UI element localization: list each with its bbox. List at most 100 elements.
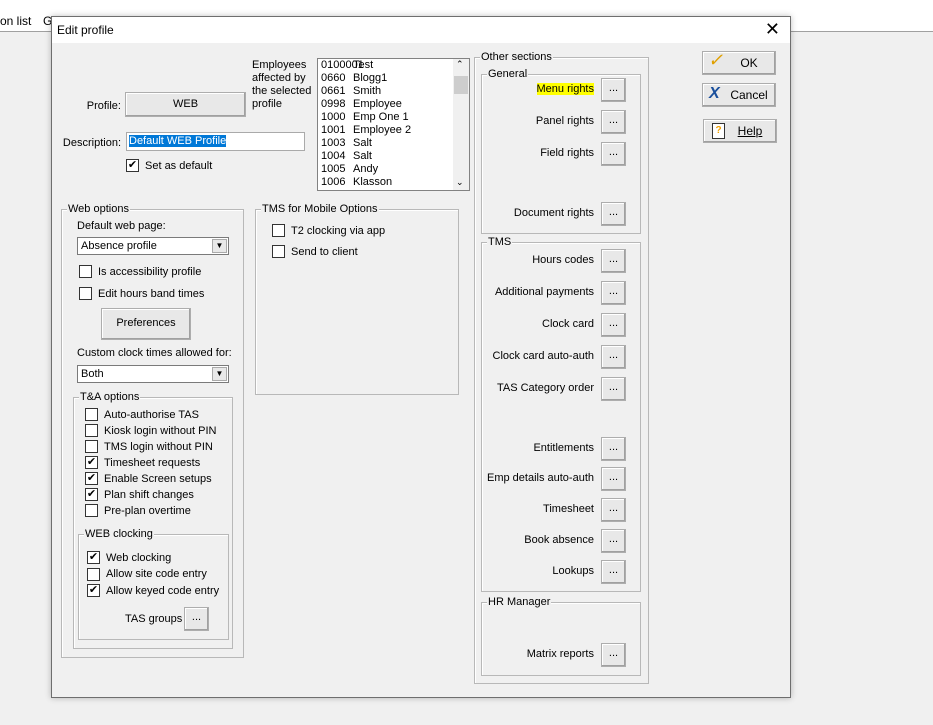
employee-name: Emp One 1 xyxy=(353,111,409,123)
edit-hours-band-checkbox[interactable]: Edit hours band times xyxy=(79,287,204,300)
accessibility-profile-checkbox[interactable]: Is accessibility profile xyxy=(79,265,201,278)
employee-name: Smith xyxy=(353,85,382,97)
preferences-button[interactable]: Preferences xyxy=(101,308,191,340)
close-icon[interactable]: ✕ xyxy=(765,19,780,40)
checkbox-send-to-client[interactable]: Send to client xyxy=(272,245,358,258)
chevron-down-icon: ▼ xyxy=(212,367,227,381)
lookups-button[interactable]: ... xyxy=(601,560,626,584)
employee-name: Test xyxy=(353,59,374,71)
checkbox-box[interactable]: ✔ xyxy=(87,584,100,597)
default-web-page-label: Default web page: xyxy=(77,220,166,232)
tms-group: TMS Hours codes... Additional payments... C… xyxy=(481,236,641,592)
checkbox-box[interactable] xyxy=(85,424,98,437)
other-sections-group: Other sections General Menu rights... Pane… xyxy=(474,51,649,684)
checkbox-box[interactable]: ✔ xyxy=(87,551,100,564)
scroll-up-icon[interactable]: ⌃ xyxy=(456,59,464,70)
list-item[interactable]: 1004 Salt xyxy=(318,150,469,163)
checkbox-box[interactable]: ✔ xyxy=(85,488,98,501)
panel-rights-button[interactable]: ... xyxy=(601,110,626,134)
checkbox-box[interactable] xyxy=(87,567,100,581)
employee-number: 1000 xyxy=(321,111,346,123)
group-legend: TMS for Mobile Options xyxy=(261,203,379,216)
checkbox-label: Timesheet requests xyxy=(104,456,201,469)
checkbox-box[interactable]: ✔ xyxy=(85,472,98,485)
checkbox-t2-clocking-via-app[interactable]: T2 clocking via app xyxy=(272,224,385,237)
checkbox-box[interactable] xyxy=(272,245,285,258)
checkbox-web-clocking[interactable]: ✔ Web clocking xyxy=(87,551,171,564)
document-rights-button[interactable]: ... xyxy=(601,202,626,226)
entitlements-button[interactable]: ... xyxy=(601,437,626,461)
checkbox-box[interactable]: ✔ xyxy=(85,456,98,469)
list-scrollbar[interactable]: ⌃ ⌄ xyxy=(453,59,469,190)
tas-groups-button[interactable]: ... xyxy=(184,607,209,631)
book-absence-button[interactable]: ... xyxy=(601,529,626,553)
employee-number: 0998 xyxy=(321,98,346,110)
checkbox-timesheet-requests[interactable]: ✔ Timesheet requests xyxy=(85,456,200,469)
employee-number: 1005 xyxy=(321,163,346,175)
menu-fragment[interactable]: on list xyxy=(0,14,31,28)
checkbox-allow-keyed-code-entry[interactable]: ✔ Allow keyed code entry xyxy=(87,584,219,597)
checkbox-box[interactable] xyxy=(272,224,285,237)
profile-button[interactable]: WEB xyxy=(125,92,246,117)
employee-name: Salt xyxy=(353,137,372,149)
clock-card-label: Clock card xyxy=(542,318,594,330)
list-item[interactable]: 1001 Employee 2 xyxy=(318,124,469,137)
list-item[interactable]: 0661 Smith xyxy=(318,85,469,98)
matrix-reports-button[interactable]: ... xyxy=(601,643,626,667)
employee-name: Klasson xyxy=(353,176,393,188)
clock-card-auto-auth-button[interactable]: ... xyxy=(601,345,626,369)
clock-card-button[interactable]: ... xyxy=(601,313,626,337)
employee-number: 1001 xyxy=(321,124,346,136)
checkbox-plan-shift-changes[interactable]: ✔ Plan shift changes xyxy=(85,488,194,501)
list-item[interactable]: 1000 Emp One 1 xyxy=(318,111,469,124)
ok-button[interactable]: ✓ OK xyxy=(702,50,776,75)
timesheet-button[interactable]: ... xyxy=(601,498,626,522)
field-rights-button[interactable]: ... xyxy=(601,142,626,166)
checkbox-kiosk-login-without-pin[interactable]: Kiosk login without PIN xyxy=(85,424,217,437)
default-web-page-select[interactable]: Absence profile ▼ xyxy=(77,237,229,255)
checkbox-enable-screen-setups[interactable]: ✔ Enable Screen setups xyxy=(85,472,212,485)
list-item[interactable]: 1003 Salt xyxy=(318,137,469,150)
checkbox-box[interactable] xyxy=(85,440,98,453)
dialog-title: Edit profile xyxy=(57,23,114,37)
menu-rights-button[interactable]: ... xyxy=(601,78,626,102)
checkbox-pre-plan-overtime[interactable]: Pre-plan overtime xyxy=(85,504,191,517)
employee-number: 0100001 xyxy=(321,59,364,71)
lookups-label: Lookups xyxy=(552,565,594,577)
additional-payments-button[interactable]: ... xyxy=(601,281,626,305)
ta-options-group: T&A options WEB clocking TAS groups ... … xyxy=(73,391,233,649)
group-legend: Other sections xyxy=(480,51,553,64)
emp-details-auto-auth-label: Emp details auto-auth xyxy=(486,472,594,484)
x-icon: X xyxy=(709,85,720,102)
scroll-thumb[interactable] xyxy=(454,76,468,94)
checkbox-allow-site-code-entry[interactable]: Allow site code entry xyxy=(87,567,207,581)
scroll-down-icon[interactable]: ⌄ xyxy=(456,177,464,188)
help-button[interactable]: ? Help xyxy=(703,119,777,143)
description-input[interactable]: Default WEB Profile xyxy=(126,132,305,151)
custom-clock-select[interactable]: Both ▼ xyxy=(77,365,229,383)
checkbox-auto-authorise-tas[interactable]: Auto-authorise TAS xyxy=(85,408,199,421)
checkmark-icon: ✓ xyxy=(708,50,724,70)
description-label: Description: xyxy=(62,137,121,149)
list-item[interactable]: 0100001 Test xyxy=(318,59,469,72)
employees-list[interactable]: ⌃ ⌄ 0100001 Test 0660 Blogg1 0661 Smith 0998 Em… xyxy=(317,58,470,191)
web-clocking-group: WEB clocking TAS groups ... ✔ Web clockin… xyxy=(78,528,229,640)
list-item[interactable]: 0660 Blogg1 xyxy=(318,72,469,85)
tas-category-order-button[interactable]: ... xyxy=(601,377,626,401)
checkbox-box[interactable] xyxy=(85,408,98,421)
profile-label: Profile: xyxy=(86,100,121,112)
hours-codes-button[interactable]: ... xyxy=(601,249,626,273)
checkbox-label: Auto-authorise TAS xyxy=(104,408,199,421)
custom-clock-label: Custom clock times allowed for: xyxy=(77,347,232,359)
checkbox-box[interactable] xyxy=(85,504,98,517)
list-item[interactable]: 1005 Andy xyxy=(318,163,469,176)
title-bar: Edit profile ✕ xyxy=(52,17,790,43)
cancel-button[interactable]: X Cancel xyxy=(702,83,776,107)
list-item[interactable]: 0998 Employee xyxy=(318,98,469,111)
checkbox-tms-login-without-pin[interactable]: TMS login without PIN xyxy=(85,440,213,453)
list-item[interactable]: 1006 Klasson xyxy=(318,176,469,189)
emp-details-auto-auth-button[interactable]: ... xyxy=(601,467,626,491)
checkbox-label: T2 clocking via app xyxy=(291,224,386,237)
checkbox-label: TMS login without PIN xyxy=(104,440,213,453)
set-as-default-checkbox[interactable]: ✔ Set as default xyxy=(126,159,212,172)
